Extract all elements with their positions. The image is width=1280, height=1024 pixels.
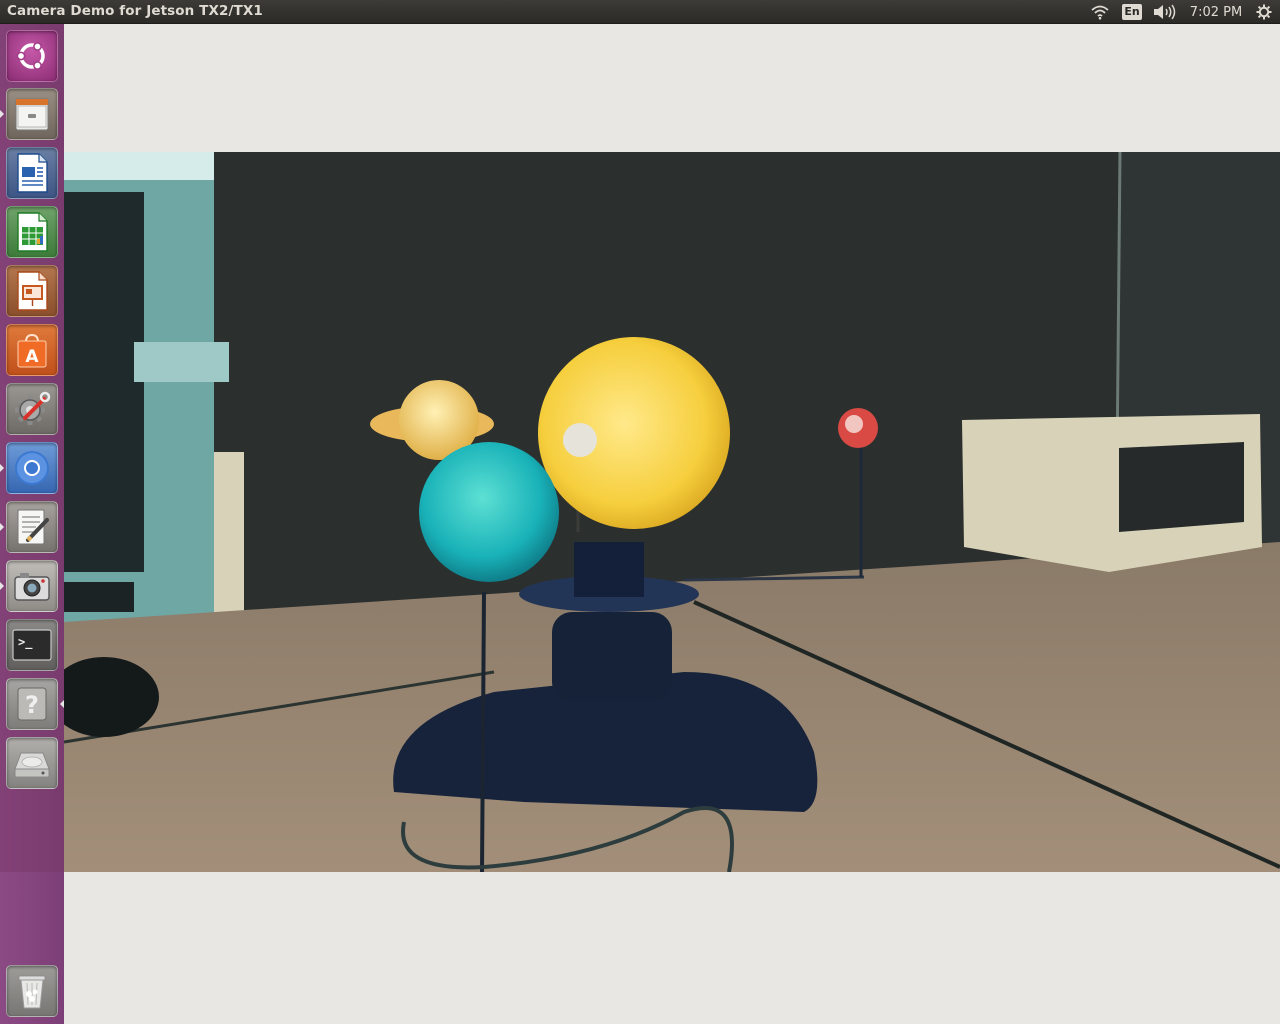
camera-app-button[interactable] <box>6 560 58 612</box>
software-center-button[interactable]: A <box>6 324 58 376</box>
help-button[interactable]: ? <box>6 678 58 730</box>
gear-wrench-icon <box>15 391 51 425</box>
camera-icon <box>14 573 50 601</box>
running-indicator <box>0 110 4 118</box>
language-label: En <box>1122 4 1142 20</box>
trash-button[interactable] <box>6 965 58 1017</box>
svg-text:A: A <box>25 347 39 367</box>
libreoffice-impress-button[interactable] <box>6 265 58 317</box>
shopping-bag-icon: A <box>17 333 47 368</box>
camera-feed-image <box>64 152 1280 872</box>
files-button[interactable] <box>6 88 58 140</box>
chromium-browser-icon <box>15 451 49 485</box>
text-editor-icon <box>17 509 49 545</box>
disk-drive-button[interactable] <box>6 737 58 789</box>
writer-document-icon <box>17 153 48 193</box>
running-indicator <box>0 523 4 531</box>
camera-demo-window <box>64 24 1280 1024</box>
wifi-icon[interactable] <box>1088 2 1112 22</box>
running-indicator <box>0 464 4 472</box>
keyboard-layout-indicator[interactable]: En <box>1122 2 1142 22</box>
terminal-prompt: >_ <box>18 635 33 650</box>
calc-spreadsheet-icon <box>17 212 48 252</box>
clock[interactable]: 7:02 PM <box>1186 2 1246 22</box>
top-panel: Camera Demo for Jetson TX2/TX1 En 7:02 P… <box>0 0 1280 24</box>
chromium-button[interactable] <box>6 442 58 494</box>
terminal-icon: >_ <box>12 629 52 661</box>
libreoffice-calc-button[interactable] <box>6 206 58 258</box>
ubuntu-dash-button[interactable] <box>6 30 58 82</box>
settings-gear-icon[interactable] <box>1254 2 1274 22</box>
volume-icon[interactable] <box>1151 2 1177 22</box>
terminal-button[interactable]: >_ <box>6 619 58 671</box>
running-indicator <box>0 582 4 590</box>
file-cabinet-icon <box>15 98 49 131</box>
camera-preview <box>64 152 1280 872</box>
hard-disk-icon <box>14 752 50 778</box>
text-editor-button[interactable] <box>6 501 58 553</box>
help-glyph: ? <box>25 691 39 719</box>
help-question-icon: ? <box>17 687 47 721</box>
impress-presentation-icon <box>17 271 48 311</box>
ubuntu-logo-icon <box>16 42 45 70</box>
window-title: Camera Demo for Jetson TX2/TX1 <box>7 3 263 19</box>
trash-icon <box>18 975 46 1009</box>
system-settings-button[interactable] <box>6 383 58 435</box>
launcher: A >_ ? <box>0 24 64 1024</box>
libreoffice-writer-button[interactable] <box>6 147 58 199</box>
